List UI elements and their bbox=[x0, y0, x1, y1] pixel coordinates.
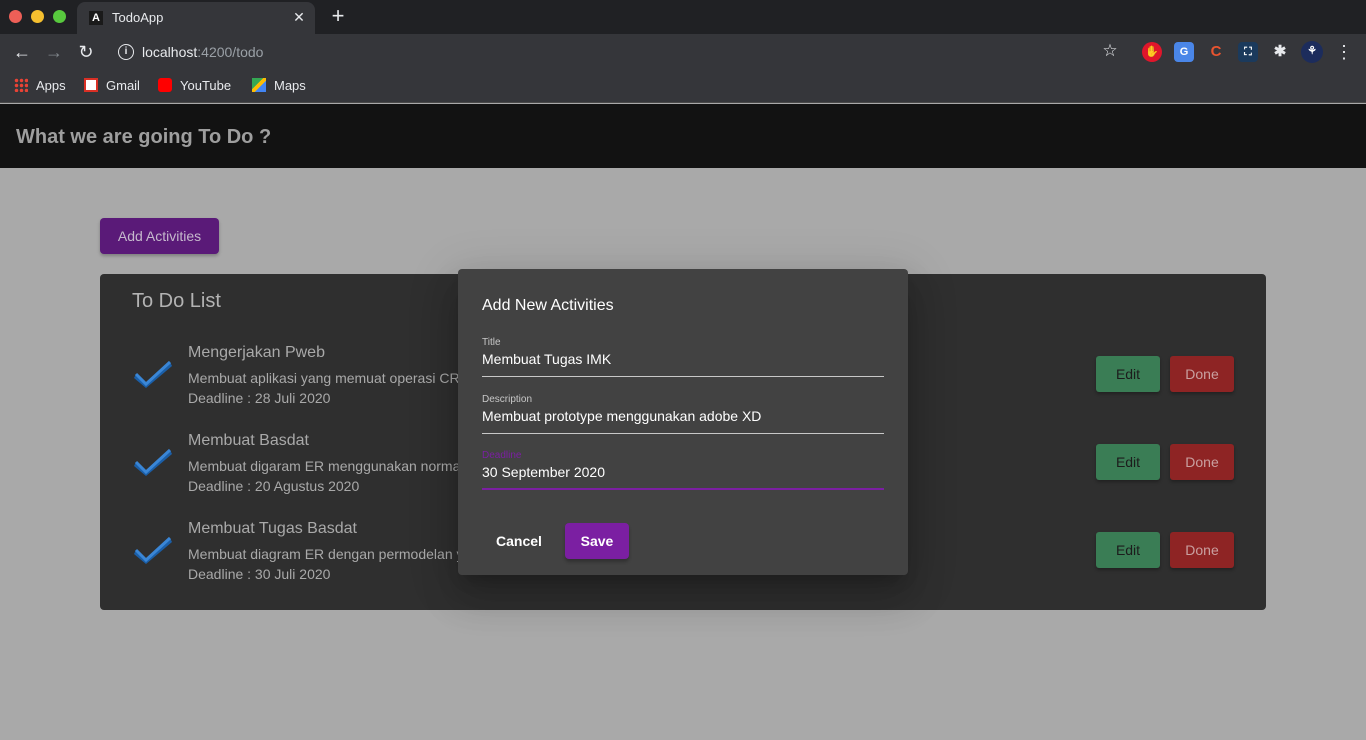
maximize-window-button[interactable] bbox=[53, 10, 66, 23]
reload-button[interactable]: ↻ bbox=[74, 40, 98, 64]
todo-deadline: Deadline : 28 Juli 2020 bbox=[188, 390, 331, 406]
bookmark-star-icon[interactable]: ☆ bbox=[1100, 40, 1120, 62]
screenshot-extension-icon[interactable]: ⛶ bbox=[1238, 42, 1258, 62]
deadline-field-label: Deadline bbox=[482, 450, 522, 461]
bookmark-gmail[interactable]: Gmail bbox=[84, 77, 140, 95]
browser-menu-icon[interactable]: ⋮ bbox=[1334, 40, 1354, 64]
youtube-icon bbox=[158, 78, 172, 92]
edit-button[interactable]: Edit bbox=[1096, 532, 1160, 568]
profile-avatar-icon[interactable]: ⚘ bbox=[1301, 41, 1323, 63]
minimize-window-button[interactable] bbox=[31, 10, 44, 23]
puzzle-extensions-icon[interactable]: ✱ bbox=[1270, 42, 1290, 62]
done-button[interactable]: Done bbox=[1170, 532, 1234, 568]
adblock-extension-icon[interactable]: ✋ bbox=[1142, 42, 1162, 62]
title-field[interactable]: Title Membuat Tugas IMK bbox=[482, 337, 884, 377]
description-field[interactable]: Description Membuat prototype menggunaka… bbox=[482, 394, 884, 434]
cancel-button[interactable]: Cancel bbox=[482, 523, 556, 559]
dialog-title: Add New Activities bbox=[482, 297, 614, 314]
back-button[interactable]: ← bbox=[10, 40, 34, 64]
app-header: What we are going To Do ? bbox=[0, 104, 1366, 168]
todo-description: Membuat diagram ER dengan permodelan y bbox=[188, 546, 464, 562]
colorzilla-extension-icon[interactable]: C bbox=[1206, 42, 1226, 62]
browser-tab[interactable]: A TodoApp ✕ bbox=[77, 2, 315, 34]
save-button[interactable]: Save bbox=[565, 523, 629, 559]
todo-title: Membuat Basdat bbox=[188, 432, 309, 449]
close-window-button[interactable] bbox=[9, 10, 22, 23]
bookmarks-bar: Apps Gmail YouTube Maps bbox=[0, 70, 1366, 103]
todo-deadline: Deadline : 30 Juli 2020 bbox=[188, 566, 331, 582]
list-title: To Do List bbox=[132, 290, 221, 312]
todo-description: Membuat digaram ER menggunakan norma bbox=[188, 458, 461, 474]
add-activity-dialog: Add New Activities Title Membuat Tugas I… bbox=[458, 269, 908, 575]
angular-icon: A bbox=[89, 11, 103, 25]
maps-icon bbox=[252, 78, 266, 92]
title-input[interactable]: Membuat Tugas IMK bbox=[482, 351, 611, 367]
tab-title: TodoApp bbox=[112, 10, 164, 25]
url-text[interactable]: localhost:4200/todo bbox=[142, 44, 263, 60]
deadline-input[interactable]: 30 September 2020 bbox=[482, 464, 605, 480]
close-tab-icon[interactable]: ✕ bbox=[291, 8, 307, 26]
add-activities-button[interactable]: Add Activities bbox=[100, 218, 219, 254]
bookmark-maps[interactable]: Maps bbox=[252, 77, 306, 95]
description-input[interactable]: Membuat prototype menggunakan adobe XD bbox=[482, 408, 761, 424]
gmail-icon bbox=[84, 78, 98, 92]
checkmark-icon bbox=[134, 360, 172, 388]
todo-title: Membuat Tugas Basdat bbox=[188, 520, 357, 537]
todo-description: Membuat aplikasi yang memuat operasi CR bbox=[188, 370, 460, 386]
address-bar[interactable]: i localhost:4200/todo ☆ bbox=[104, 36, 1134, 68]
checkmark-icon bbox=[134, 448, 172, 476]
done-button[interactable]: Done bbox=[1170, 356, 1234, 392]
edit-button[interactable]: Edit bbox=[1096, 356, 1160, 392]
page-title: What we are going To Do ? bbox=[16, 126, 272, 148]
description-field-label: Description bbox=[482, 394, 533, 405]
edit-button[interactable]: Edit bbox=[1096, 444, 1160, 480]
todo-title: Mengerjakan Pweb bbox=[188, 344, 325, 361]
done-button[interactable]: Done bbox=[1170, 444, 1234, 480]
todo-deadline: Deadline : 20 Agustus 2020 bbox=[188, 478, 360, 494]
translate-extension-icon[interactable]: G bbox=[1174, 42, 1194, 62]
checkmark-icon bbox=[134, 536, 172, 564]
browser-titlebar: A TodoApp ✕ + bbox=[0, 0, 1366, 34]
bookmark-youtube[interactable]: YouTube bbox=[158, 77, 231, 95]
bookmark-apps[interactable]: Apps bbox=[14, 77, 66, 95]
browser-toolbar: ← → ↻ i localhost:4200/todo ☆ ✋ G C ⛶ ✱ … bbox=[0, 34, 1366, 70]
apps-grid-icon bbox=[14, 78, 28, 92]
deadline-field[interactable]: Deadline 30 September 2020 bbox=[482, 450, 884, 490]
forward-button[interactable]: → bbox=[42, 40, 66, 64]
new-tab-button[interactable]: + bbox=[328, 4, 348, 28]
site-info-icon[interactable]: i bbox=[118, 44, 134, 60]
title-field-label: Title bbox=[482, 337, 501, 348]
